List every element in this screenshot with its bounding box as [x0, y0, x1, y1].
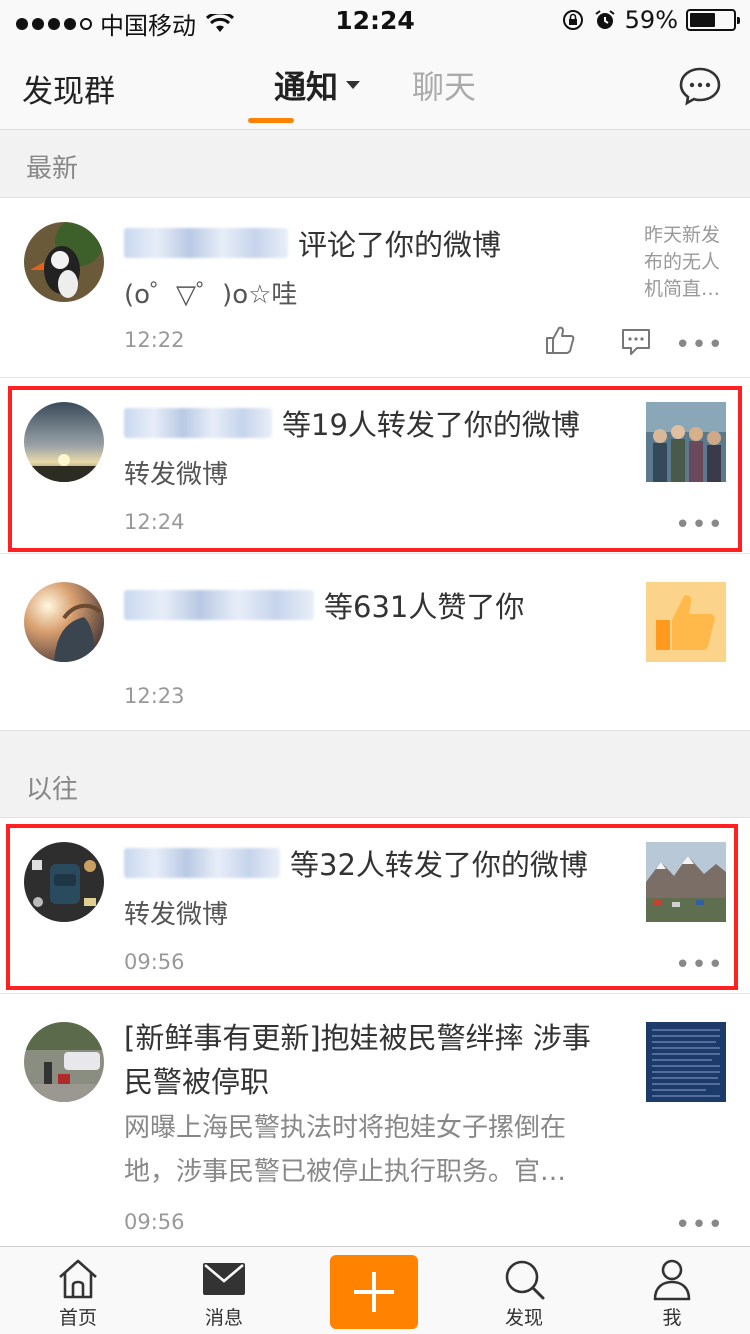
notification-action: 等19人转发了你的微博 — [282, 408, 580, 442]
person-icon — [653, 1259, 691, 1301]
tab-me-label: 我 — [662, 1307, 682, 1329]
more-options-button[interactable]: ••• — [675, 330, 724, 360]
notification-item-news[interactable]: [新鲜事有更新]抱娃被民警绊摔 涉事民警被停职 网曝上海民警执法时将抱娃女子摞倒… — [0, 994, 750, 1246]
avatar[interactable] — [24, 582, 104, 662]
avatar[interactable] — [24, 222, 104, 302]
referenced-post-snippet[interactable]: 昨天新发布的无人机简直… — [644, 222, 726, 303]
timestamp: 12:23 — [124, 684, 185, 708]
username-blurred[interactable] — [124, 590, 314, 620]
status-right: 59% — [561, 6, 740, 34]
tab-messages[interactable]: 消息 — [174, 1247, 274, 1334]
notification-action: 等32人转发了你的微博 — [290, 848, 588, 882]
section-past-label: 以往 — [26, 775, 79, 805]
tab-chat-label: 聊天 — [412, 68, 477, 106]
tab-notifications[interactable]: 通知 — [274, 62, 360, 108]
avatar[interactable] — [24, 1022, 104, 1102]
more-options-button[interactable]: ••• — [675, 1210, 724, 1240]
chat-bubble-icon[interactable] — [678, 66, 722, 106]
battery-icon — [686, 9, 740, 31]
avatar[interactable] — [24, 402, 104, 482]
mail-icon — [203, 1263, 245, 1295]
notification-item-repost-32[interactable]: 等32人转发了你的微博 转发微博 09:56 ••• — [0, 818, 750, 994]
tab-discover-label: 发现 — [504, 1307, 543, 1329]
notification-title: 等631人赞了你 — [124, 584, 524, 626]
post-thumbnail[interactable] — [646, 402, 726, 482]
notification-action: 等631人赞了你 — [324, 590, 525, 624]
section-latest-label: 最新 — [26, 154, 79, 184]
notification-title: 等32人转发了你的微博 — [124, 842, 588, 884]
comment-text: (o゜▽゜)o☆哇 — [124, 280, 298, 310]
comment-icon[interactable] — [620, 326, 652, 358]
status-bar: 中国移动 12:24 59% — [0, 0, 750, 40]
nav-bar: 发现群 通知 聊天 — [0, 40, 750, 130]
like-thumbnail[interactable] — [646, 582, 726, 662]
battery-fill — [690, 13, 715, 27]
active-tab-indicator — [248, 118, 294, 123]
news-title: [新鲜事有更新]抱娃被民警绊摔 涉事民警被停职 — [124, 1021, 591, 1099]
repost-text: 转发微博 — [124, 460, 229, 490]
notification-action: 评论了你的微博 — [298, 228, 502, 262]
notification-title: 等19人转发了你的微博 — [124, 402, 580, 444]
like-icon[interactable] — [544, 324, 576, 356]
tab-notifications-label: 通知 — [273, 68, 338, 106]
tab-messages-label: 消息 — [204, 1307, 243, 1329]
post-thumbnail[interactable] — [646, 842, 726, 922]
thumbs-up-icon — [646, 582, 726, 662]
tab-home[interactable]: 首页 — [28, 1247, 128, 1334]
tab-bar: 首页 消息 发现 我 — [0, 1246, 750, 1334]
news-body: 网曝上海民警执法时将抱娃女子摞倒在地，涉事民警已被停止执行职务。官… — [124, 1113, 567, 1187]
tab-chat[interactable]: 聊天 — [412, 62, 476, 108]
section-header-past: 以往 — [0, 730, 750, 818]
repost-text: 转发微博 — [124, 900, 229, 930]
compose-button[interactable] — [330, 1255, 418, 1329]
notification-item-comment[interactable]: 评论了你的微博 (o゜▽゜)o☆哇 昨天新发布的无人机简直… 12:22 ••• — [0, 198, 750, 378]
avatar[interactable] — [24, 842, 104, 922]
timestamp: 09:56 — [124, 1210, 185, 1234]
alarm-icon — [595, 10, 615, 29]
search-icon — [505, 1260, 545, 1300]
timestamp: 09:56 — [124, 950, 185, 974]
timestamp: 12:22 — [124, 328, 185, 352]
username-blurred[interactable] — [124, 408, 272, 438]
tab-me[interactable]: 我 — [622, 1247, 722, 1334]
username-blurred[interactable] — [124, 228, 288, 258]
notification-item-repost-19[interactable]: 等19人转发了你的微博 转发微博 12:24 ••• — [0, 378, 750, 554]
rotation-lock-icon — [562, 10, 583, 30]
notification-item-likes-631[interactable]: 等631人赞了你 12:23 — [0, 554, 750, 730]
username-blurred[interactable] — [124, 848, 280, 878]
news-thumbnail[interactable] — [646, 1022, 726, 1102]
battery-percent: 59% — [624, 6, 678, 34]
notification-title: 评论了你的微博 — [124, 222, 501, 264]
more-options-button[interactable]: ••• — [675, 950, 724, 980]
tab-home-label: 首页 — [58, 1307, 97, 1329]
tab-discover[interactable]: 发现 — [474, 1247, 574, 1334]
section-header-latest: 最新 — [0, 130, 750, 198]
more-options-button[interactable]: ••• — [675, 510, 724, 540]
nav-tabs: 通知 聊天 — [0, 62, 750, 108]
caret-down-icon — [346, 81, 360, 89]
plus-icon — [354, 1272, 394, 1312]
timestamp: 12:24 — [124, 510, 185, 534]
home-icon — [59, 1259, 97, 1299]
